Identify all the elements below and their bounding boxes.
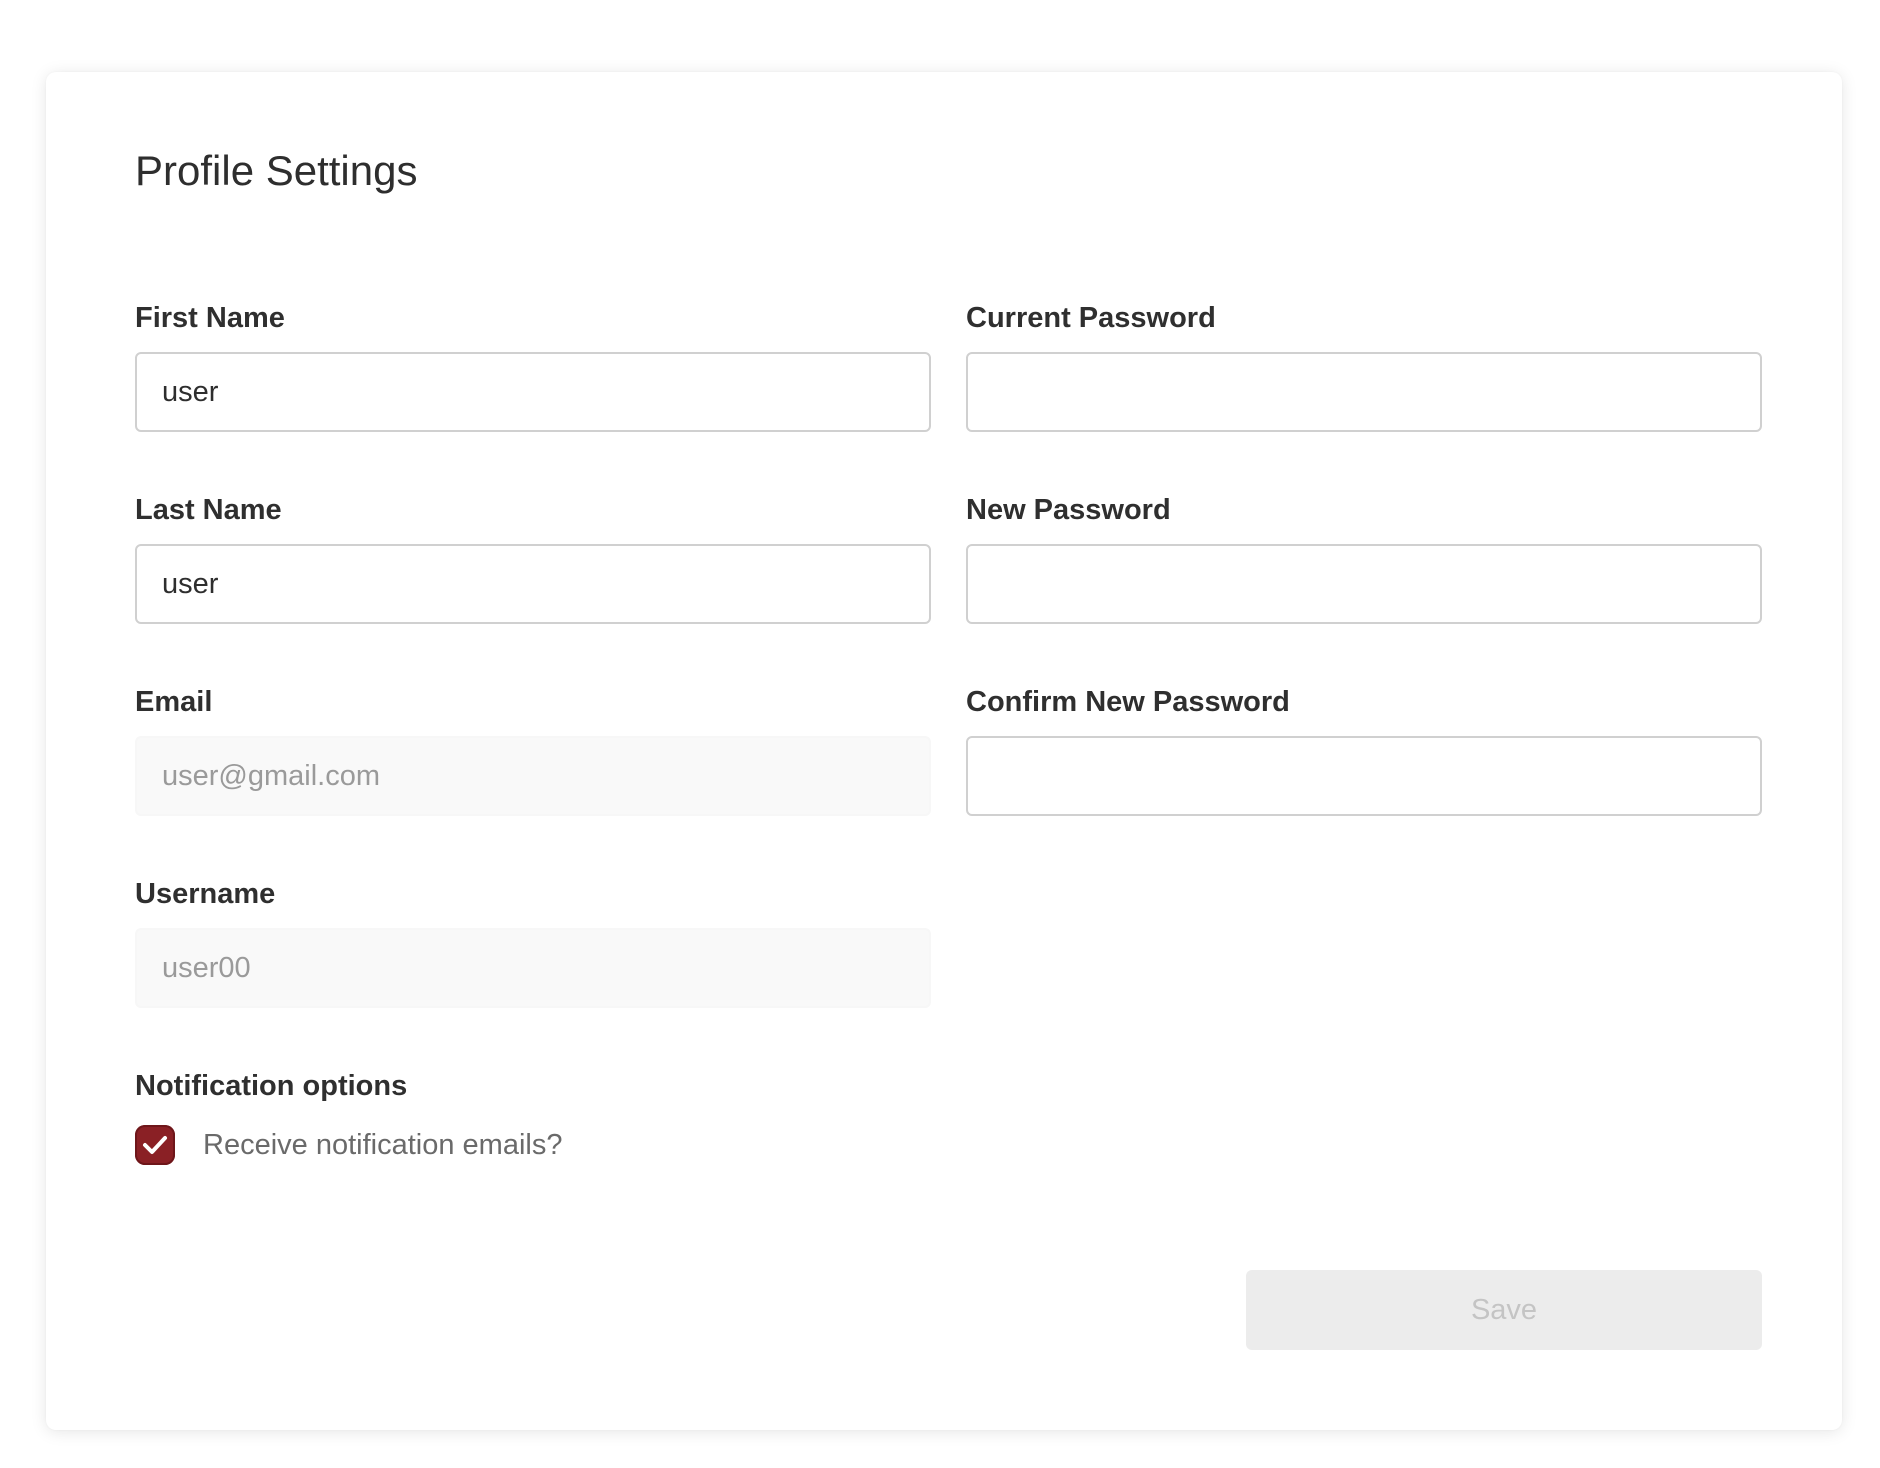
- notification-email-checkbox-label: Receive notification emails?: [203, 1128, 563, 1161]
- email-label: Email: [135, 686, 213, 718]
- notification-email-checkbox[interactable]: [135, 1125, 175, 1165]
- email-input: [135, 736, 931, 816]
- username-label: Username: [135, 878, 276, 910]
- current-password-label: Current Password: [966, 302, 1216, 334]
- page-title: Profile Settings: [135, 147, 418, 194]
- notification-email-option[interactable]: Receive notification emails?: [135, 1124, 562, 1166]
- first-name-input[interactable]: [135, 352, 931, 432]
- checkmark-icon: [143, 1136, 167, 1154]
- confirm-new-password-label: Confirm New Password: [966, 686, 1290, 718]
- first-name-label: First Name: [135, 302, 285, 334]
- new-password-input[interactable]: [966, 544, 1762, 624]
- confirm-new-password-input[interactable]: [966, 736, 1762, 816]
- last-name-label: Last Name: [135, 494, 282, 526]
- last-name-input[interactable]: [135, 544, 931, 624]
- new-password-label: New Password: [966, 494, 1171, 526]
- current-password-input[interactable]: [966, 352, 1762, 432]
- notification-options-label: Notification options: [135, 1070, 408, 1102]
- username-input: [135, 928, 931, 1008]
- save-button[interactable]: Save: [1246, 1270, 1762, 1350]
